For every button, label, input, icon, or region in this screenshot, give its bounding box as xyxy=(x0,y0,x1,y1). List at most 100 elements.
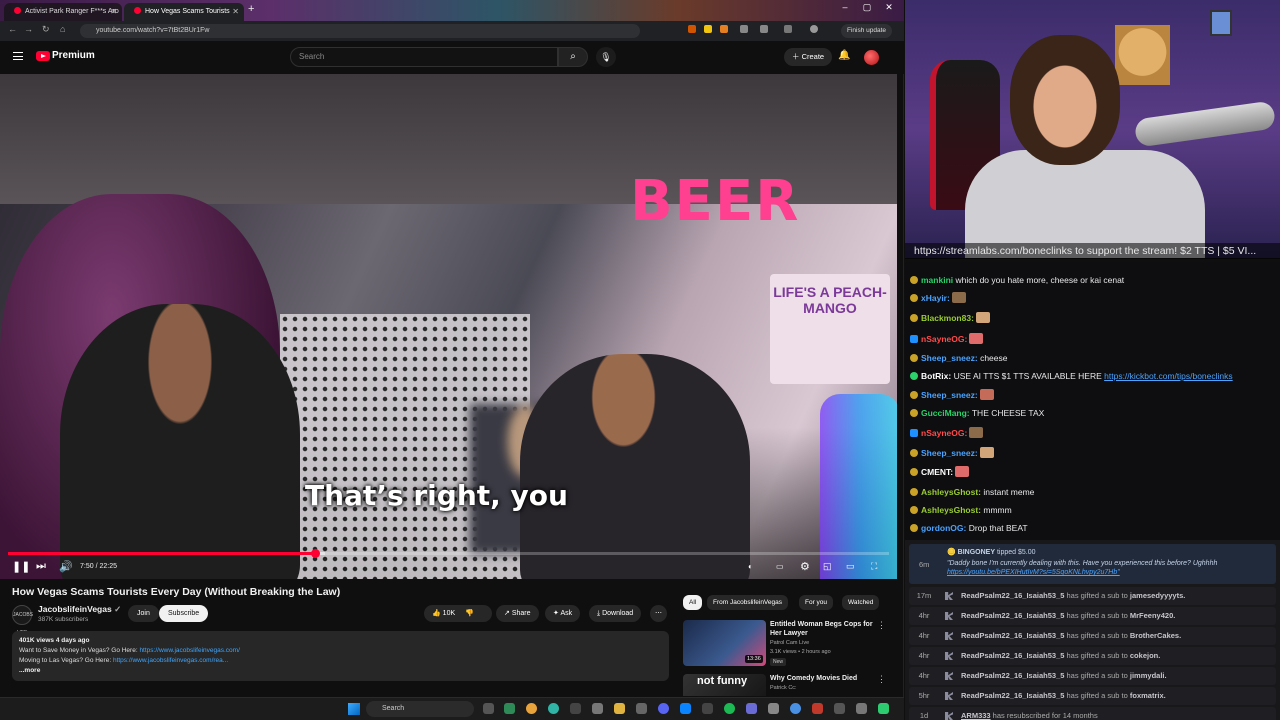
like-button[interactable]: 👍 10K xyxy=(432,610,455,617)
task-view-icon[interactable] xyxy=(483,703,494,714)
account-avatar[interactable] xyxy=(864,50,879,65)
chat-username[interactable]: mankini xyxy=(921,275,953,285)
close-window-button[interactable]: ✕ xyxy=(878,2,900,13)
event-target[interactable]: jimmydali. xyxy=(1130,671,1167,680)
tab-activist-park-ranger[interactable]: Activist Park Ranger F***s Aro ✕ xyxy=(4,3,122,21)
channel-avatar[interactable]: JACOBS LIFE xyxy=(12,605,33,636)
event-target[interactable]: cokejon. xyxy=(1130,651,1160,660)
recommended-title[interactable]: Entitled Woman Begs Cops for Her Lawyer xyxy=(770,620,875,638)
app-icon[interactable] xyxy=(768,703,779,714)
discord-icon[interactable] xyxy=(658,703,669,714)
recommended-video[interactable]: 13:36 Entitled Woman Begs Cops for Her L… xyxy=(683,620,893,668)
chat-username[interactable]: AshleysGhost: xyxy=(921,487,981,497)
video-progress-bar[interactable] xyxy=(8,549,889,558)
app-icon[interactable] xyxy=(746,703,757,714)
chat-username[interactable]: nSayneOG: xyxy=(921,428,967,438)
chip-watched[interactable]: Watched xyxy=(842,595,880,610)
sidebar-icon[interactable] xyxy=(784,25,792,33)
chat-username[interactable]: CMENT: xyxy=(921,467,953,477)
chat-username[interactable]: BotRix: xyxy=(921,371,951,381)
event-user[interactable]: ReadPsalm22_16_Isaiah53_5 xyxy=(961,691,1064,700)
chat-username[interactable]: gordonOG: xyxy=(921,523,966,533)
extension-icon[interactable] xyxy=(720,25,728,33)
ask-button[interactable]: ✦ Ask xyxy=(545,605,581,622)
app-icon[interactable] xyxy=(636,703,647,714)
chat-username[interactable]: AshleysGhost: xyxy=(921,505,981,515)
app-icon[interactable] xyxy=(504,703,515,714)
extension-icon[interactable] xyxy=(688,25,696,33)
theater-mode-icon[interactable]: ▭ xyxy=(846,561,855,572)
app-icon[interactable] xyxy=(570,703,581,714)
microphone-icon[interactable]: 🎙 xyxy=(596,47,616,67)
subscribe-button[interactable]: Subscribe xyxy=(159,605,209,622)
event-user[interactable]: ReadPsalm22_16_Isaiah53_5 xyxy=(961,631,1064,640)
description-link[interactable]: https://www.jacobslifeinvegas.com/rea... xyxy=(113,657,228,664)
download-button[interactable]: ⤓ Download xyxy=(589,605,642,622)
event-target[interactable]: MrFeeny420. xyxy=(1130,611,1175,620)
create-button[interactable]: ＋ Create xyxy=(784,48,833,66)
app-icon[interactable] xyxy=(878,703,889,714)
video-player[interactable]: BEER LIFE'S A PEACH-MANGO That’s right, … xyxy=(0,74,897,579)
autoplay-toggle-icon[interactable]: ◐ xyxy=(748,562,753,571)
fullscreen-icon[interactable]: ⛶ xyxy=(871,561,877,572)
chat-username[interactable]: Sheep_sneez: xyxy=(921,448,978,458)
app-icon[interactable] xyxy=(812,703,823,714)
new-tab-button[interactable]: + xyxy=(248,3,254,15)
app-icon[interactable] xyxy=(702,703,713,714)
volume-icon[interactable]: 🔊 xyxy=(59,560,73,573)
chrome-icon[interactable] xyxy=(526,703,537,714)
search-input[interactable]: Search xyxy=(290,47,558,67)
home-icon[interactable]: ⌂ xyxy=(60,24,65,34)
chat-username[interactable]: Sheep_sneez: xyxy=(921,390,978,400)
notifications-bell-icon[interactable]: 🔔 xyxy=(838,50,850,61)
recommended-channel[interactable]: Patrick Cc: xyxy=(770,685,797,691)
event-target[interactable]: jamesedyyyyts. xyxy=(1130,591,1185,600)
extensions-puzzle-icon[interactable] xyxy=(760,25,768,33)
chat-link[interactable]: https://kickbot.com/tips/boneclinks xyxy=(1104,371,1233,381)
app-icon[interactable] xyxy=(834,703,845,714)
app-icon[interactable] xyxy=(548,703,559,714)
reload-icon[interactable]: ↻ xyxy=(42,24,50,35)
profile-avatar-icon[interactable] xyxy=(810,25,818,33)
recommended-channel[interactable]: Patrol Cam Live xyxy=(770,640,809,646)
youtube-premium-brand[interactable]: Premium xyxy=(52,50,95,61)
chat-username[interactable]: Sheep_sneez: xyxy=(921,353,978,363)
file-explorer-icon[interactable] xyxy=(614,703,625,714)
app-icon[interactable] xyxy=(790,703,801,714)
event-user[interactable]: ARM333 xyxy=(961,711,991,720)
recommended-video[interactable]: not funny Why Comedy Movies Died Patrick… xyxy=(683,674,893,696)
maximize-button[interactable]: ▢ xyxy=(856,2,878,13)
tip-link[interactable]: https://youtu.be/bPEXIHutIvM?si=5SqoKNLh… xyxy=(947,568,1120,578)
menu-icon[interactable] xyxy=(13,52,23,60)
event-target[interactable]: BrotherCakes. xyxy=(1130,631,1181,640)
extension-icon[interactable] xyxy=(704,25,712,33)
event-user[interactable]: ReadPsalm22_16_Isaiah53_5 xyxy=(961,671,1064,680)
event-user[interactable]: ReadPsalm22_16_Isaiah53_5 xyxy=(961,591,1064,600)
forward-arrow-icon[interactable]: → xyxy=(24,24,33,34)
chip-all[interactable]: All xyxy=(683,595,703,610)
chat-username[interactable]: Blackmon83: xyxy=(921,313,974,323)
youtube-logo-icon[interactable] xyxy=(36,51,50,61)
miniplayer-icon[interactable]: ◱ xyxy=(823,561,832,572)
more-options-icon[interactable]: ⋮ xyxy=(877,620,886,631)
event-target[interactable]: foxmatrix. xyxy=(1130,691,1166,700)
chat-username[interactable]: nSayneOG: xyxy=(921,334,967,344)
captions-icon[interactable]: ▭ xyxy=(776,562,784,571)
app-icon[interactable] xyxy=(592,703,603,714)
recommended-title[interactable]: Why Comedy Movies Died xyxy=(770,674,875,683)
close-tab-icon[interactable]: ✕ xyxy=(110,3,117,21)
back-arrow-icon[interactable]: ← xyxy=(8,24,17,34)
chat-username[interactable]: xHayir: xyxy=(921,293,950,303)
app-icon[interactable] xyxy=(856,703,867,714)
event-user[interactable]: ReadPsalm22_16_Isaiah53_5 xyxy=(961,611,1064,620)
tab-how-vegas-scams[interactable]: How Vegas Scams Tourists ✕ xyxy=(124,3,244,21)
pause-icon[interactable]: ❚❚ xyxy=(12,560,30,573)
finish-update-button[interactable]: Finish update xyxy=(840,24,892,38)
thumbs-down-icon[interactable]: 👎 xyxy=(465,610,474,617)
search-icon[interactable]: ⌕ xyxy=(558,47,588,67)
spotify-icon[interactable] xyxy=(724,703,735,714)
more-options-icon[interactable]: ⋮ xyxy=(877,674,886,685)
description-box[interactable]: 401K views 4 days ago Want to Save Money… xyxy=(12,631,669,681)
show-more-link[interactable]: ...more xyxy=(19,666,662,676)
video-thumbnail[interactable]: not funny xyxy=(683,674,766,696)
